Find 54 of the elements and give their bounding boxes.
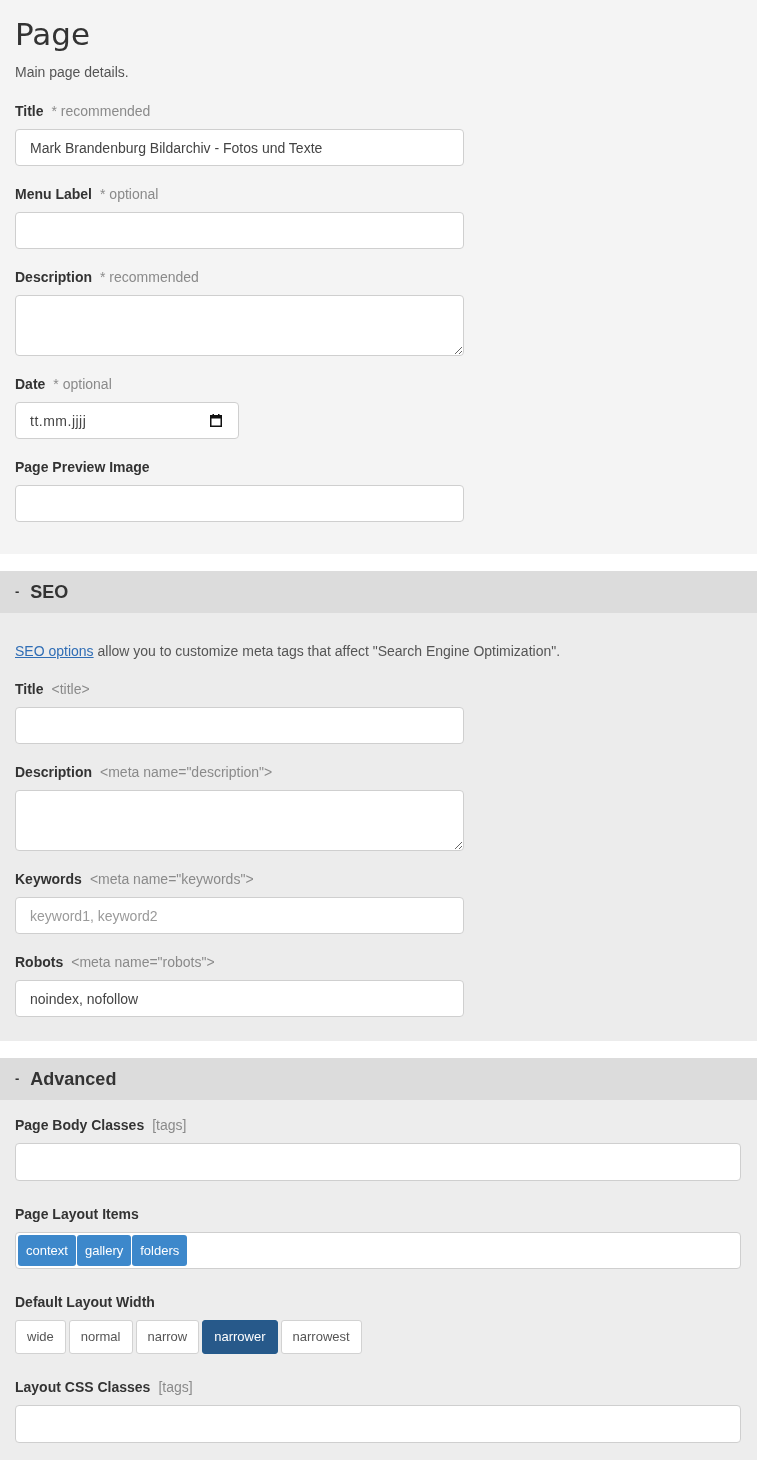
section-header[interactable]: - Advanced [0, 1058, 757, 1100]
seo-options-link[interactable]: SEO options [15, 643, 94, 659]
textarea-field[interactable] [15, 790, 464, 851]
field-label: Page Layout Items [15, 1205, 139, 1224]
text-input[interactable]: noindex, nofollow [15, 980, 464, 1017]
field-note: * recommended [51, 102, 151, 121]
field-note: <meta name="description"> [100, 763, 273, 782]
text-input[interactable]: keyword1, keyword2 [15, 897, 464, 934]
field-note: * optional [100, 185, 159, 204]
width-option-button[interactable]: normal [68, 1320, 133, 1354]
tag-chip[interactable]: gallery [76, 1235, 132, 1266]
collapse-toggle[interactable]: - [15, 582, 20, 602]
seo-intro-text: SEO options allow you to customize meta tags that affect "Search Engine Optimization". [15, 642, 562, 661]
date-field[interactable]: tt.mm.jjjj [15, 402, 239, 439]
field-note: [tags] [158, 1378, 193, 1397]
text-input[interactable] [15, 1405, 741, 1443]
tag-chip[interactable]: folders [132, 1235, 188, 1266]
field-note: <title> [51, 680, 90, 699]
section-title: SEO [30, 580, 69, 604]
section-header[interactable]: - SEO [0, 571, 757, 613]
text-input[interactable]: Mark Brandenburg Bildarchiv - Fotos und Texte [15, 129, 464, 166]
field-label: Layout CSS Classes [15, 1378, 151, 1397]
width-option-button[interactable]: wide [15, 1320, 66, 1354]
width-option-button[interactable]: narrow [135, 1320, 200, 1354]
text-input[interactable] [15, 212, 464, 249]
textarea-field[interactable] [15, 295, 464, 356]
section-title: Advanced [30, 1067, 117, 1091]
field-label: Robots [15, 953, 64, 972]
tag-chip[interactable]: context [18, 1235, 76, 1266]
page-subtitle: Main page details. [15, 63, 130, 82]
text-input[interactable] [15, 485, 464, 522]
field-note: * recommended [100, 268, 199, 287]
field-label: Title [15, 102, 44, 121]
width-option-button[interactable]: narrowest [280, 1320, 362, 1354]
text-input[interactable] [15, 1143, 741, 1181]
field-label: Page Preview Image [15, 458, 150, 477]
text-input[interactable] [15, 707, 464, 744]
tags-field[interactable]: context gallery folders [15, 1232, 741, 1269]
field-label: Default Layout Width [15, 1293, 155, 1312]
field-label: Title [15, 680, 44, 699]
field-label: Keywords [15, 870, 82, 889]
field-note: <meta name="keywords"> [89, 870, 254, 889]
page-title: Page [15, 15, 92, 54]
field-note: <meta name="robots"> [71, 953, 215, 972]
width-option-button[interactable]: narrower [202, 1320, 278, 1354]
field-label: Page Body Classes [15, 1116, 145, 1135]
field-note: [tags] [152, 1116, 187, 1135]
field-label: Date [15, 375, 46, 394]
collapse-toggle[interactable]: - [15, 1069, 20, 1089]
field-note: * optional [53, 375, 112, 394]
calendar-icon[interactable] [210, 414, 222, 427]
field-label: Description [15, 268, 92, 287]
field-label: Menu Label [15, 185, 92, 204]
field-label: Description [15, 763, 92, 782]
